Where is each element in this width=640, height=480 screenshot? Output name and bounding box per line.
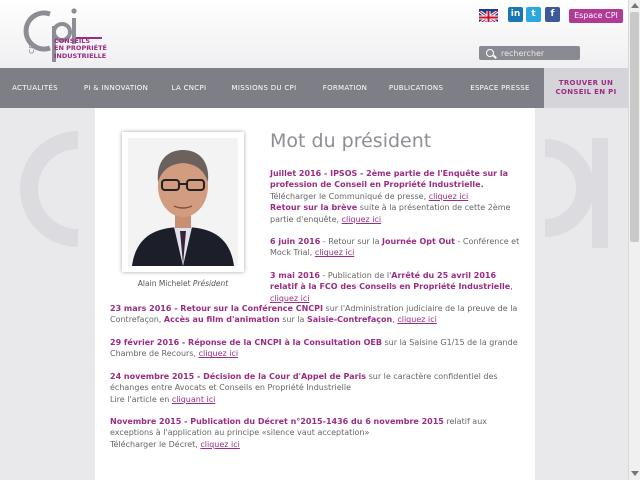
news-link[interactable]: cliquez ici [270, 294, 310, 303]
search-input[interactable] [501, 46, 577, 60]
news-item: 3 mai 2016 - Publication de l'Arrêté du … [270, 270, 520, 304]
president-name: Alain Michelet [137, 279, 191, 288]
news-bold: Accès au film d'animation [163, 315, 280, 325]
news-link[interactable]: cliquant ici [172, 395, 216, 404]
news-link[interactable]: cliquez ici [200, 440, 240, 449]
president-photo [122, 132, 244, 272]
news-date: 24 novembre 2015 - Décision de la Cour d… [110, 372, 367, 381]
news-text: sur la [279, 315, 307, 325]
nav-item-actualites[interactable]: ACTUALITÉS [0, 68, 70, 108]
vertical-scrollbar[interactable] [628, 0, 640, 480]
news-date: Novembre 2015 - Publication du Décret n°… [110, 417, 444, 426]
twitter-icon[interactable]: t [526, 7, 541, 22]
news-item: 6 juin 2016 - Retour sur la Journée Opt … [270, 236, 520, 259]
nav-cta-line2: CONSEIL EN PI [555, 88, 617, 96]
photo-caption: Alain Michelet Président [122, 279, 244, 288]
news-link[interactable]: cliquez ici [199, 349, 239, 358]
news-date: 29 février 2016 - Réponse de la CNCPI à … [110, 338, 382, 347]
news-text: Télécharger le Décret, [110, 439, 201, 449]
nav-item-trouver-conseil[interactable]: TROUVER UN CONSEIL EN PI [544, 68, 628, 108]
logo-tagline: CONSEILS EN PROPRIÉTÉ INDUSTRIELLE [54, 37, 107, 60]
nav-item-la-cncpi[interactable]: LA CNCPI [160, 68, 218, 108]
main-nav: ACTUALITÉS PI & INNOVATION LA CNCPI MISS… [0, 68, 640, 108]
svg-text:cn: cn [27, 43, 37, 54]
search-icon[interactable] [486, 49, 494, 57]
news-link[interactable]: cliquez ici [429, 192, 469, 201]
logo-tagline-line: INDUSTRIELLE [54, 51, 107, 60]
news-item: Juillet 2016 - IPSOS - 2ème partie de l'… [270, 168, 520, 225]
nav-item-publications[interactable]: PUBLICATIONS [382, 68, 450, 108]
facebook-icon[interactable]: f [545, 7, 560, 22]
news-link[interactable]: cliquez ici [397, 315, 437, 324]
linkedin-icon[interactable]: in [508, 7, 523, 22]
nav-item-formation[interactable]: FORMATION [312, 68, 378, 108]
news-date: 3 mai 2016 [270, 271, 320, 280]
news-date: 23 mars 2016 - Retour sur la Conférence … [110, 304, 324, 313]
news-item: 24 novembre 2015 - Décision de la Cour d… [110, 371, 518, 405]
nav-item-pi-innovation[interactable]: PI & INNOVATION [76, 68, 156, 108]
scroll-down-arrow-icon[interactable] [631, 471, 639, 476]
news-link[interactable]: cliquez ici [315, 248, 355, 257]
news-item: 23 mars 2016 - Retour sur la Conférence … [110, 303, 518, 326]
page-title: Mot du président [270, 130, 432, 152]
uk-flag-icon[interactable] [479, 9, 498, 22]
news-item: Novembre 2015 - Publication du Décret n°… [110, 416, 518, 450]
site-header: cn CONSEILS EN PROPRIÉTÉ INDUSTRIELLE in… [0, 0, 640, 68]
news-text: Lire l'article en [110, 394, 172, 404]
news-text: - Retour sur la [320, 237, 383, 246]
news-text: Télécharger le Communiqué de presse, [270, 191, 429, 201]
news-text: , [510, 282, 513, 292]
news-bold: Retour sur la brève [270, 203, 358, 213]
nav-cta-line1: TROUVER UN [558, 79, 614, 87]
scroll-up-arrow-icon[interactable] [631, 3, 639, 8]
scrollbar-thumb[interactable] [630, 12, 639, 242]
news-date: Juillet 2016 - IPSOS [270, 169, 358, 178]
news-item: 29 février 2016 - Réponse de la CNCPI à … [110, 337, 518, 360]
president-role: Président [192, 279, 229, 288]
news-date: 6 juin 2016 [270, 237, 321, 246]
news-bold: Journée Opt Out [382, 237, 455, 246]
espace-cpi-button[interactable]: Espace CPI [569, 9, 623, 23]
nav-item-espace-presse[interactable]: ESPACE PRESSE [460, 68, 540, 108]
news-link[interactable]: cliquez ici [342, 215, 382, 224]
news-text: - Publication de l' [319, 271, 392, 280]
search-box[interactable] [479, 46, 580, 60]
news-bold: Saisie-Contrefaçon [307, 315, 393, 325]
nav-cta-label: TROUVER UN CONSEIL EN PI [556, 79, 617, 97]
nav-item-missions[interactable]: MISSIONS DU CPI [224, 68, 304, 108]
